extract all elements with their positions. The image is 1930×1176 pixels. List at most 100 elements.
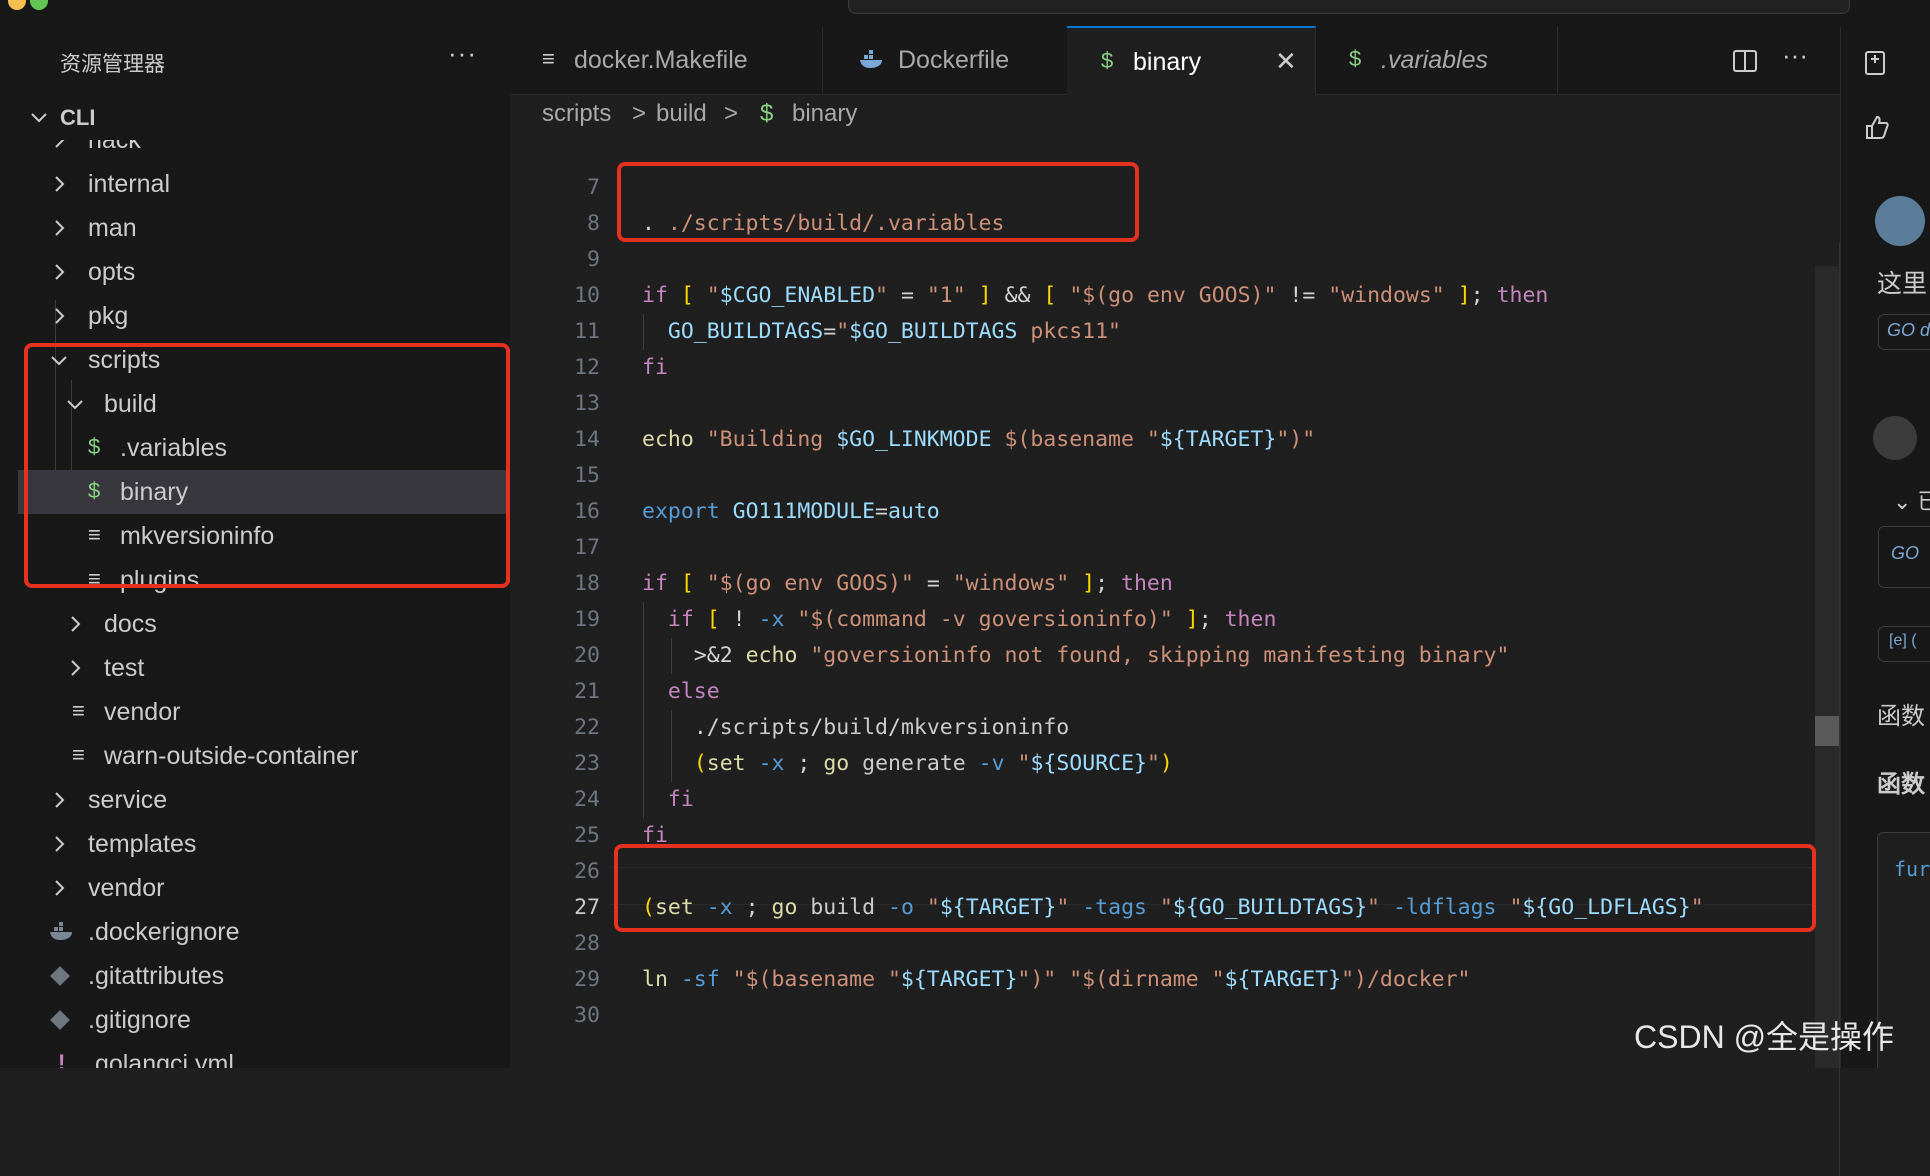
tree-item-label: opts: [88, 258, 136, 286]
tree-item-variables[interactable]: $ .variables: [18, 426, 510, 470]
file-reference-chip[interactable]: GO: [1878, 526, 1930, 588]
text-file-icon: ≡: [72, 698, 85, 723]
tree-item-warn-outside-container[interactable]: ≡ warn-outside-container: [18, 734, 510, 778]
chevron-down-icon: [31, 113, 47, 123]
tree-item-label: test: [104, 654, 145, 682]
code-line-27: (set -x ; go build -o "${TARGET}" -tags …: [642, 895, 1704, 920]
command-center[interactable]: [848, 0, 1850, 14]
new-chat-icon[interactable]: [1863, 48, 1889, 78]
workspace-root[interactable]: CLI: [18, 100, 510, 136]
line-number: 26: [574, 859, 600, 884]
code-line-21: else: [667, 679, 720, 704]
code-line-24: fi: [667, 787, 694, 812]
code-line-23: (set -x ; go generate -v "${SOURCE}"): [693, 751, 1173, 776]
line-number: 23: [574, 751, 600, 776]
line-number: 29: [574, 967, 600, 992]
line-number: 10: [574, 283, 600, 308]
shell-script-icon: $: [88, 434, 101, 459]
chevron-right-icon: [55, 176, 65, 192]
tree-item-plugins[interactable]: ≡ plugins: [18, 558, 510, 602]
tree-item-label: vendor: [104, 698, 181, 726]
tree-item-man[interactable]: man: [18, 206, 510, 250]
tree-item-build[interactable]: build: [18, 382, 510, 426]
chevron-right-icon: [55, 264, 65, 280]
tree-item-label: internal: [88, 170, 170, 198]
tree-item-binary[interactable]: $ binary: [18, 470, 510, 514]
explorer-sidebar: 资源管理器 ··· CLI hack internal man opts pkg: [18, 26, 511, 1068]
collapse-chevron[interactable]: ⌄ 已: [1893, 484, 1930, 516]
chevron-right-icon: [55, 836, 65, 852]
tree-item-service[interactable]: service: [18, 778, 510, 822]
tab-label: .variables: [1381, 46, 1488, 74]
shell-script-icon: $: [1349, 46, 1362, 71]
tab-dockerfile[interactable]: Dockerfile: [822, 26, 1068, 94]
tree-item-dockerignore[interactable]: .dockerignore: [18, 910, 510, 954]
avatar: [1875, 196, 1925, 246]
line-number: 15: [574, 463, 600, 488]
tree-item-scripts[interactable]: scripts: [18, 338, 510, 382]
shell-script-icon: $: [760, 100, 774, 127]
tree-item-test[interactable]: test: [18, 646, 510, 690]
tree-item-label: service: [88, 786, 168, 814]
shell-script-icon: $: [1101, 48, 1114, 73]
thumbs-up-icon[interactable]: [1863, 114, 1891, 142]
tree-item-opts[interactable]: opts: [18, 250, 510, 294]
tab-docker-makefile[interactable]: ≡ docker.Makefile: [510, 26, 823, 94]
code-line-12: fi: [642, 355, 668, 380]
zoom-window-icon[interactable]: [30, 0, 48, 10]
line-number: 8: [587, 211, 600, 236]
chevron-down-icon: [67, 400, 83, 410]
line-number: 9: [587, 247, 600, 272]
file-reference-chip[interactable]: GO d: [1878, 314, 1930, 350]
breadcrumb-binary[interactable]: binary: [792, 100, 857, 128]
tree-item-vendor-folder[interactable]: vendor: [18, 866, 510, 910]
code-line-8: . ./scripts/build/.variables: [642, 211, 1005, 236]
breadcrumb-build[interactable]: build: [656, 100, 707, 128]
breadcrumb-separator: >: [724, 100, 739, 127]
line-number: 22: [574, 715, 600, 740]
chat-message-text: 这里: [1877, 270, 1928, 298]
chevron-right-icon: [71, 616, 81, 632]
editor-more-button[interactable]: ···: [1782, 40, 1808, 71]
tree-item-label: plugins: [120, 566, 200, 594]
tree-item-internal[interactable]: internal: [18, 162, 510, 206]
tree-item-templates[interactable]: templates: [18, 822, 510, 866]
go-file-icon: GO: [1891, 543, 1920, 563]
line-number: 7: [587, 175, 600, 200]
tab-binary[interactable]: $ binary ✕: [1067, 26, 1316, 95]
chat-heading: 函数: [1877, 771, 1925, 798]
shell-script-icon: $: [88, 478, 101, 503]
explorer-more-button[interactable]: ···: [448, 38, 477, 69]
tree-item-label: mkversioninfo: [120, 522, 275, 550]
line-number: 12: [574, 355, 600, 380]
line-number: 21: [574, 679, 600, 704]
tree-item-gitignore[interactable]: .gitignore: [18, 998, 510, 1042]
scrollbar-thumb[interactable]: [1815, 716, 1839, 746]
symbol-icon: [e] (: [1889, 632, 1917, 649]
tree-item-docs[interactable]: docs: [18, 602, 510, 646]
tree-item-golangci[interactable]: ! .golangci.yml: [18, 1042, 510, 1068]
chevron-right-icon: [55, 792, 65, 808]
tree-item-label: .gitattributes: [88, 962, 225, 990]
vertical-scrollbar[interactable]: [1815, 266, 1839, 1068]
git-icon: [50, 966, 70, 986]
minimize-window-icon[interactable]: [8, 0, 26, 10]
tree-item-label: warn-outside-container: [104, 742, 359, 770]
tree-item-vendor-file[interactable]: ≡ vendor: [18, 690, 510, 734]
code-editor[interactable]: 7 8 9 10 11 12 13 14 15 16 17 18 19 20 2…: [510, 134, 1840, 1176]
tree-item-pkg[interactable]: pkg: [18, 294, 510, 338]
text-file-icon: ≡: [72, 742, 85, 767]
line-number: 17: [574, 535, 600, 560]
breadcrumb-scripts[interactable]: scripts: [542, 100, 611, 128]
tree-item-mkversioninfo[interactable]: ≡ mkversioninfo: [18, 514, 510, 558]
text-file-icon: ≡: [88, 566, 101, 591]
chevron-down-icon: [51, 356, 67, 366]
tree-item-hack[interactable]: hack: [18, 140, 510, 162]
symbol-reference-chip[interactable]: [e] (: [1878, 626, 1930, 662]
tab-variables[interactable]: $ .variables: [1315, 26, 1558, 94]
code-line-25: fi: [642, 823, 668, 848]
split-editor-icon[interactable]: [1732, 48, 1758, 74]
tree-item-gitattributes[interactable]: .gitattributes: [18, 954, 510, 998]
chat-panel: 这里 GO d ⌄ 已 GO [e] ( 函数 函数 fur: [1840, 26, 1930, 1068]
close-icon[interactable]: ✕: [1275, 46, 1297, 77]
